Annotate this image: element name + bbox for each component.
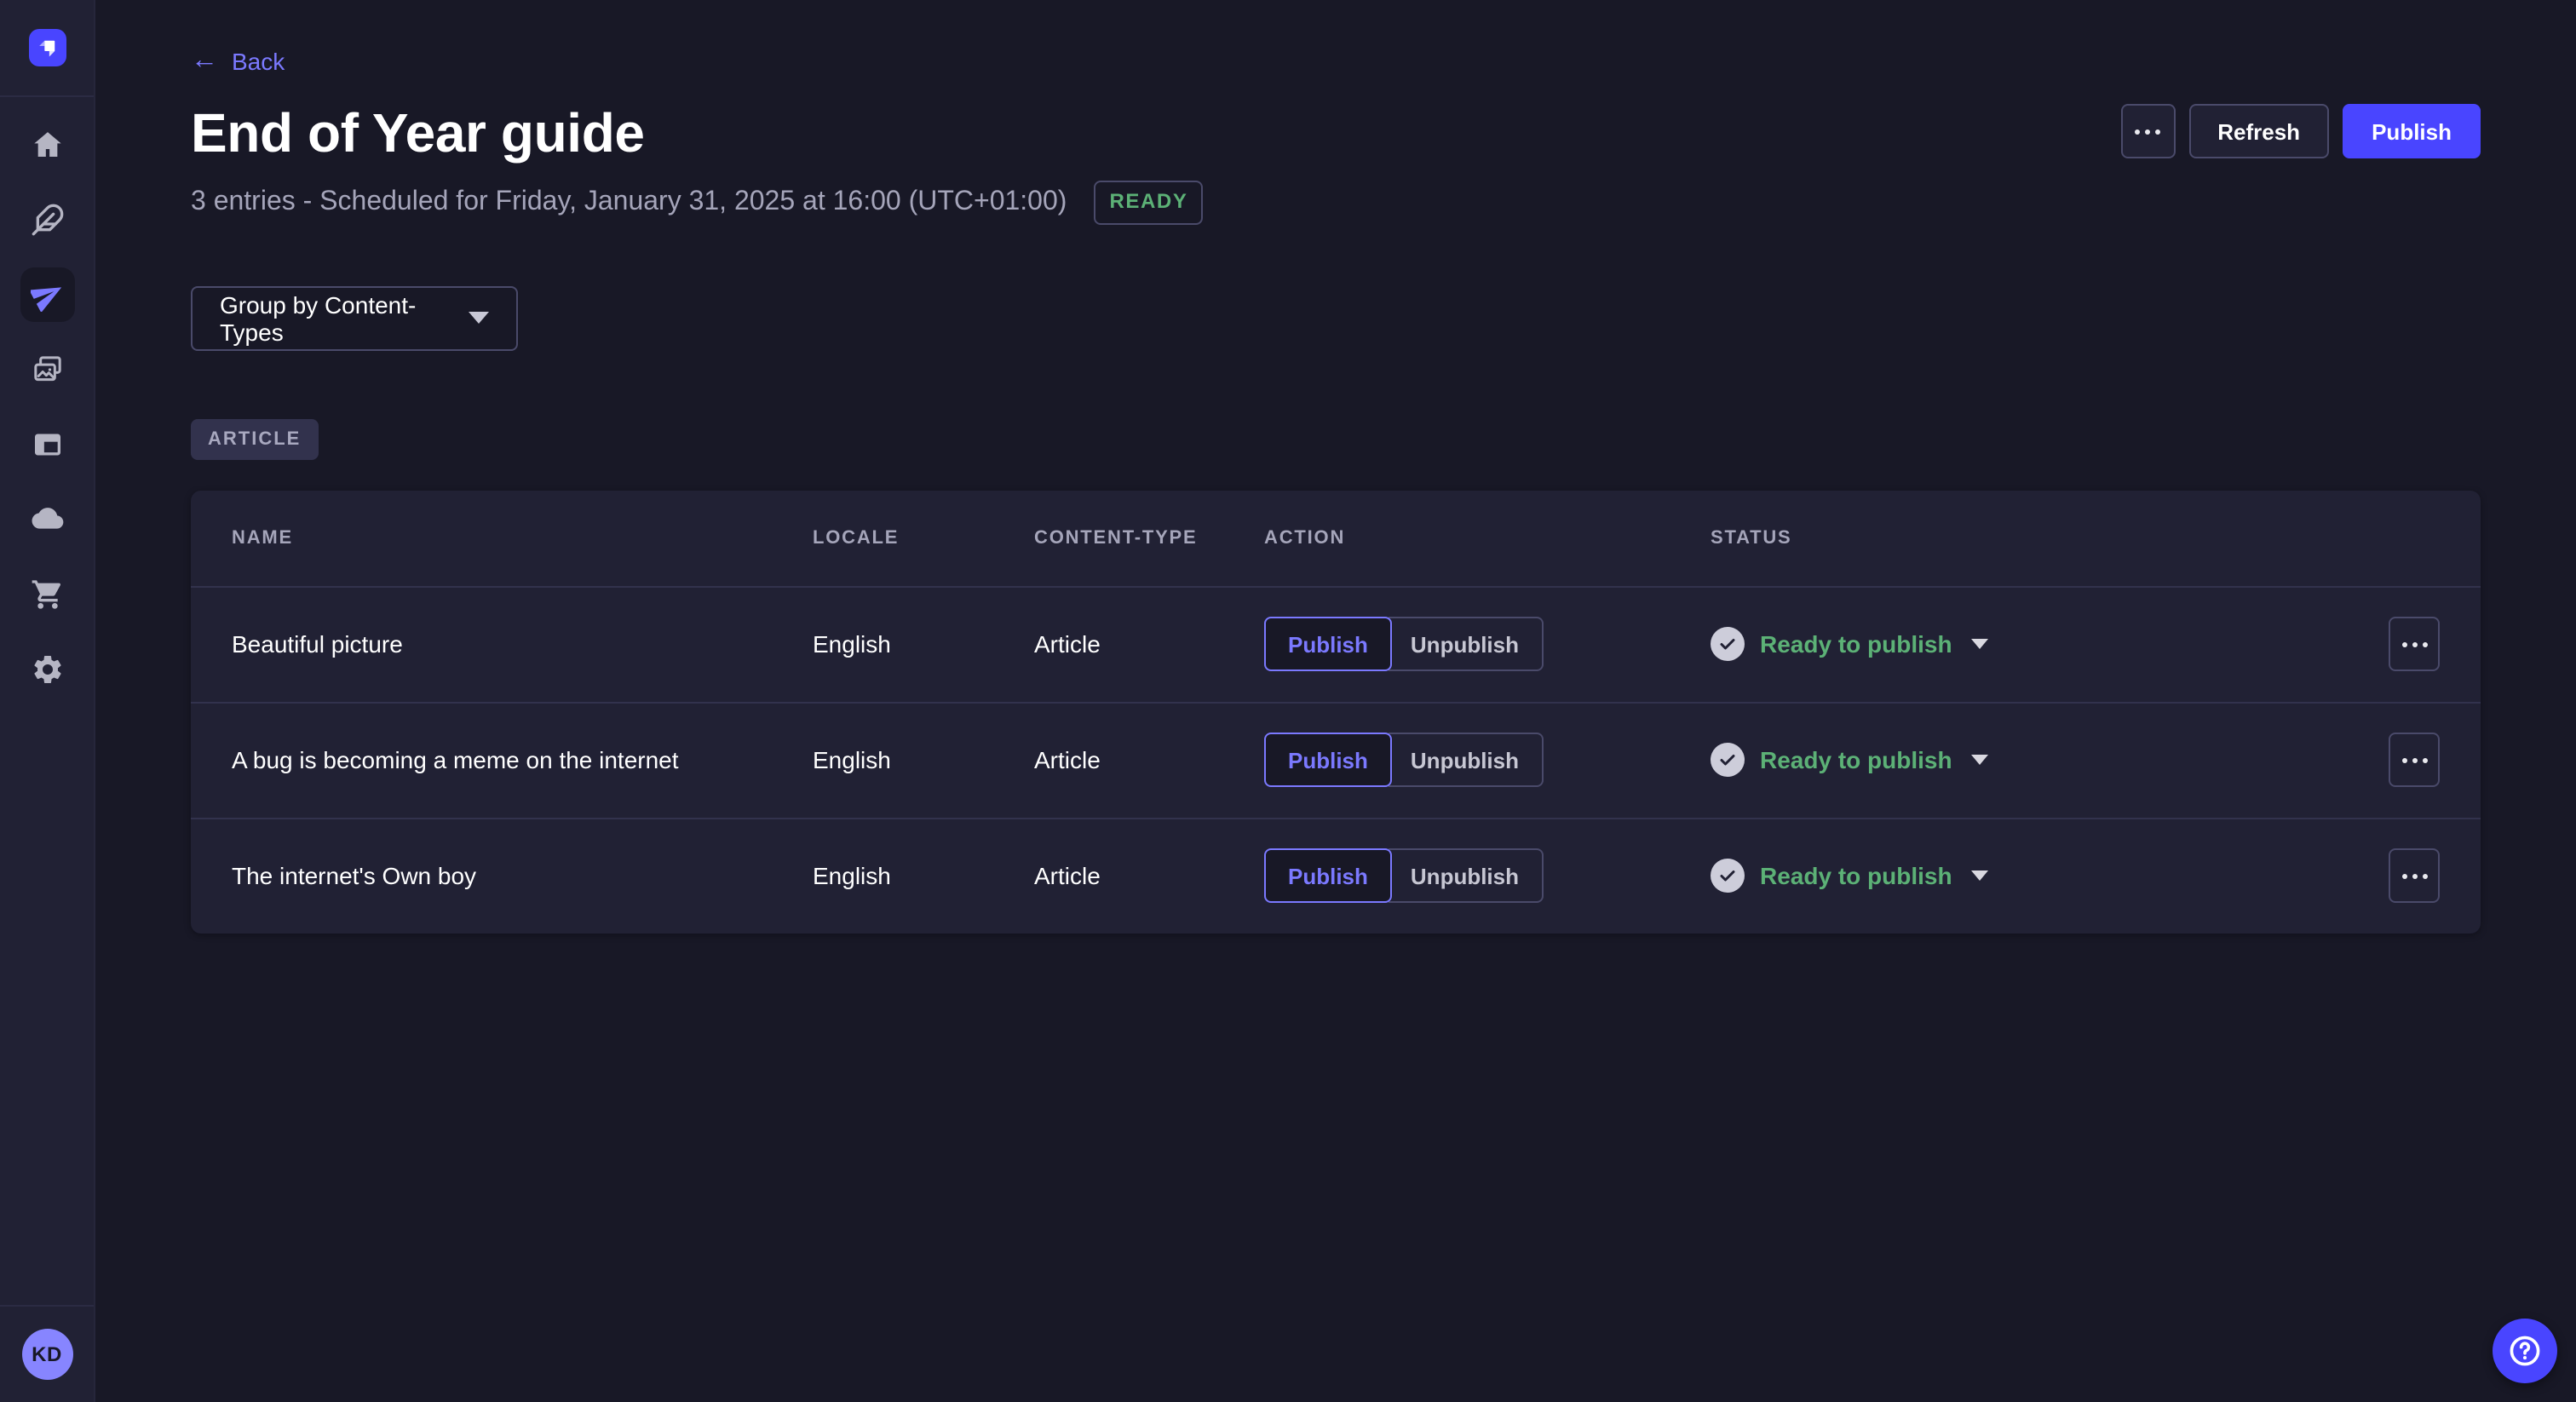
release-subtitle: 3 entries - Scheduled for Friday, Januar…	[191, 187, 1067, 218]
entries-table-card: NAME LOCALE CONTENT-TYPE ACTION STATUS B…	[191, 490, 2481, 933]
action-toggle: Publish Unpublish	[1264, 733, 1711, 787]
entry-content-type: Article	[1034, 630, 1264, 658]
sidebar-bottom: KD	[0, 1305, 94, 1402]
refresh-button[interactable]: Refresh	[2188, 104, 2329, 158]
status-label: Ready to publish	[1760, 862, 1952, 889]
sidebar-item-media-library[interactable]	[20, 342, 74, 397]
column-header-locale: LOCALE	[813, 527, 1034, 548]
status-badge: READY	[1094, 181, 1203, 224]
help-button[interactable]	[2493, 1319, 2557, 1383]
sidebar-item-deploy-cloud[interactable]	[20, 492, 74, 547]
logo-wrap	[0, 0, 94, 95]
feather-icon	[30, 203, 64, 237]
sidebar-item-settings[interactable]	[20, 642, 74, 697]
status-label: Ready to publish	[1760, 630, 1952, 658]
publish-toggle-button[interactable]: Publish	[1264, 617, 1392, 671]
content-type-group-badge: ARTICLE	[191, 418, 318, 459]
check-circle-icon	[1711, 859, 1745, 893]
ellipsis-icon	[2401, 873, 2427, 878]
strapi-logo[interactable]	[28, 29, 66, 66]
entry-status: Ready to publish	[1711, 743, 2372, 777]
strapi-app: KD ← Back End of Year guide 3 entries - …	[0, 0, 2576, 1402]
row-more-button[interactable]	[2389, 848, 2440, 903]
column-header-action: ACTION	[1264, 527, 1711, 548]
back-arrow-icon: ←	[191, 48, 218, 75]
back-link[interactable]: ← Back	[191, 48, 285, 75]
unpublish-toggle-button[interactable]: Unpublish	[1389, 733, 1543, 787]
publish-toggle-button[interactable]: Publish	[1264, 733, 1392, 787]
sidebar-item-releases[interactable]	[20, 267, 74, 322]
entry-locale: English	[813, 746, 1034, 773]
table-row: Beautiful picture English Article Publis…	[191, 585, 2481, 701]
home-icon	[30, 128, 64, 162]
media-gallery-icon	[30, 353, 64, 387]
entry-name: Beautiful picture	[232, 630, 813, 658]
cart-icon	[30, 577, 64, 612]
entry-content-type: Article	[1034, 746, 1264, 773]
sidebar-item-content-type-builder[interactable]	[20, 417, 74, 472]
publish-toggle-button[interactable]: Publish	[1264, 848, 1392, 903]
row-more-button[interactable]	[2389, 733, 2440, 787]
entry-status: Ready to publish	[1711, 859, 2372, 893]
publish-release-button[interactable]: Publish	[2343, 104, 2481, 158]
paper-plane-icon	[30, 278, 64, 312]
action-toggle: Publish Unpublish	[1264, 617, 1711, 671]
ellipsis-icon	[2401, 757, 2427, 762]
entry-content-type: Article	[1034, 862, 1264, 889]
gear-icon	[30, 652, 64, 687]
back-label: Back	[232, 48, 285, 75]
status-chevron-down-icon[interactable]	[1971, 639, 1988, 649]
status-chevron-down-icon[interactable]	[1971, 755, 1988, 765]
status-label: Ready to publish	[1760, 746, 1952, 773]
entry-locale: English	[813, 630, 1034, 658]
avatar-wrap: KD	[21, 1307, 72, 1402]
header-actions: Refresh Publish	[2120, 104, 2481, 158]
header-left: End of Year guide 3 entries - Scheduled …	[191, 101, 1203, 224]
chevron-down-icon	[469, 312, 489, 324]
entry-locale: English	[813, 862, 1034, 889]
table-header-row: NAME LOCALE CONTENT-TYPE ACTION STATUS	[191, 490, 2481, 585]
table-row: The internet's Own boy English Article P…	[191, 817, 2481, 933]
subtitle-row: 3 entries - Scheduled for Friday, Januar…	[191, 181, 1203, 224]
group-by-label: Group by Content-Types	[220, 290, 469, 345]
main-content: ← Back End of Year guide 3 entries - Sch…	[95, 0, 2576, 1402]
unpublish-toggle-button[interactable]: Unpublish	[1389, 617, 1543, 671]
sidebar-item-content-manager[interactable]	[20, 192, 74, 247]
avatar[interactable]: KD	[21, 1329, 72, 1380]
release-more-button[interactable]	[2120, 104, 2175, 158]
sidebar-item-home[interactable]	[20, 118, 74, 172]
group-by-select[interactable]: Group by Content-Types	[191, 285, 518, 350]
strapi-logo-glyph	[28, 29, 66, 66]
sidebar: KD	[0, 0, 95, 1402]
table-row: A bug is becoming a meme on the internet…	[191, 701, 2481, 817]
page-title: End of Year guide	[191, 101, 1203, 165]
entry-status: Ready to publish	[1711, 627, 2372, 661]
header-row: End of Year guide 3 entries - Scheduled …	[191, 101, 2481, 224]
column-header-status: STATUS	[1711, 527, 2372, 548]
question-mark-icon	[2506, 1332, 2544, 1370]
action-toggle: Publish Unpublish	[1264, 848, 1711, 903]
check-circle-icon	[1711, 743, 1745, 777]
sidebar-item-marketplace[interactable]	[20, 567, 74, 622]
row-more-button[interactable]	[2389, 617, 2440, 671]
column-header-name: NAME	[232, 527, 813, 548]
check-circle-icon	[1711, 627, 1745, 661]
column-header-content-type: CONTENT-TYPE	[1034, 527, 1264, 548]
layout-icon	[30, 428, 64, 462]
cloud-icon	[30, 503, 64, 537]
status-chevron-down-icon[interactable]	[1971, 871, 1988, 881]
ellipsis-icon	[2135, 129, 2160, 134]
entry-name: The internet's Own boy	[232, 862, 813, 889]
unpublish-toggle-button[interactable]: Unpublish	[1389, 848, 1543, 903]
ellipsis-icon	[2401, 641, 2427, 646]
sidebar-nav	[0, 97, 94, 697]
entry-name: A bug is becoming a meme on the internet	[232, 746, 813, 773]
